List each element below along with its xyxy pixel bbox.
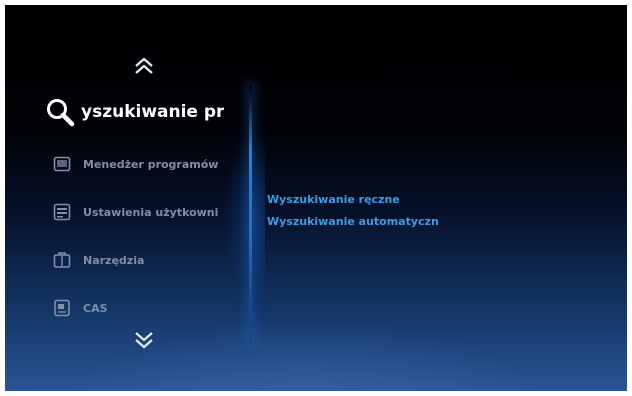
menu-item-label: Menedżer programów [83, 157, 219, 171]
scroll-down-icon[interactable] [133, 331, 155, 349]
submenu: Wyszukiwanie ręczne Wyszukiwanie automat… [267, 189, 567, 233]
submenu-item-auto-search[interactable]: Wyszukiwanie automatyczn [267, 211, 457, 233]
user-settings-icon [53, 203, 71, 221]
menu-item-label: Narzędzia [83, 253, 145, 267]
cas-card-icon [53, 299, 71, 317]
submenu-item-manual-search[interactable]: Wyszukiwanie ręczne [267, 189, 457, 211]
menu-item-cas[interactable]: CAS [53, 297, 231, 319]
menu-item-program-manager[interactable]: Menedżer programów [53, 153, 231, 175]
program-manager-icon [53, 155, 71, 173]
tools-icon [53, 251, 71, 269]
scroll-up-icon[interactable] [133, 57, 155, 75]
menu-item-user-settings[interactable]: Ustawienia użytkowni [53, 201, 231, 223]
menu-item-label: Ustawienia użytkowni [83, 205, 219, 219]
menu-divider [249, 85, 252, 345]
tv-menu-screen: yszukiwanie pr Menedżer programów Ustawi… [5, 5, 627, 391]
menu-item-label: CAS [83, 301, 108, 315]
menu-item-channel-search[interactable]: yszukiwanie pr [45, 95, 245, 129]
menu-item-label: yszukiwanie pr [81, 102, 225, 122]
menu-item-tools[interactable]: Narzędzia [53, 249, 231, 271]
search-icon [45, 97, 75, 127]
